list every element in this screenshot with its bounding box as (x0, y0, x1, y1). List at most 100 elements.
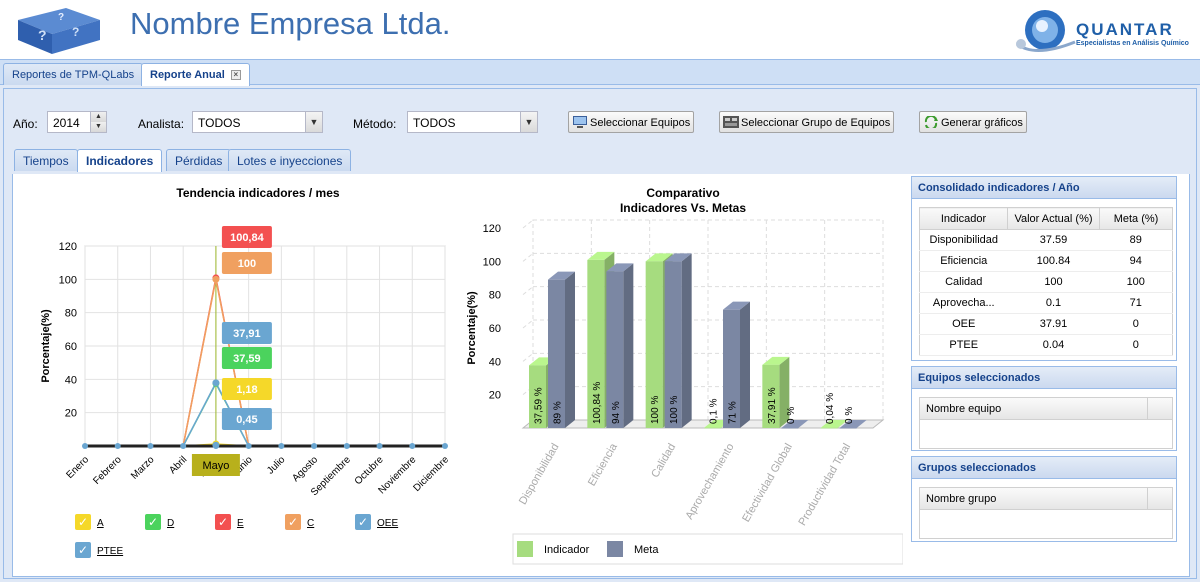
y-tick-label: 80 (65, 308, 77, 320)
table-cell: OEE (919, 313, 1008, 335)
tab-lotes[interactable]: Lotes e inyecciones (228, 149, 352, 171)
groups-panel: Grupos seleccionados Nombre grupo (911, 456, 1177, 542)
data-label: 0,45 (236, 414, 257, 426)
tab-reporte-anual[interactable]: Reporte Anual × (141, 63, 250, 86)
legend-label-d[interactable]: D (167, 518, 174, 529)
x-tick-label: Aprovechamiento (683, 442, 736, 522)
y-tick-label: 100 (59, 274, 77, 286)
analyst-select[interactable]: TODOS ▼ (192, 111, 323, 133)
column-header-group[interactable]: Nombre grupo (920, 488, 1172, 510)
bar-side (740, 301, 750, 428)
x-tick-label: Febrero (91, 454, 124, 487)
company-name: Nombre Empresa Ltda. (130, 6, 451, 41)
tab-reportes-tpm[interactable]: Reportes de TPM-QLabs (3, 63, 144, 85)
table-row[interactable]: Aprovecha... 0.1 71 (919, 292, 1173, 314)
bar-data-label: 0 % (844, 407, 855, 424)
table-cell: 89 (1099, 229, 1173, 251)
method-value: TODOS (413, 116, 456, 130)
y-tick-label: 20 (489, 390, 501, 402)
line-chart-title: Tendencia indicadores / mes (176, 186, 340, 200)
grid-line (522, 219, 534, 229)
tab-label: Lotes e inyecciones (237, 154, 343, 168)
table-cell: Disponibilidad (919, 229, 1008, 251)
grid-line (522, 252, 534, 262)
monitor-icon (573, 116, 587, 128)
column-header-indicator[interactable]: Indicador (919, 207, 1008, 230)
bar-data-label: 0,1 % (709, 398, 720, 424)
data-point (212, 379, 220, 387)
table-row[interactable]: PTEE 0.04 0 (919, 334, 1173, 356)
data-label: 1,18 (236, 384, 257, 396)
grid-line (522, 352, 534, 362)
table-cell: PTEE (919, 334, 1008, 356)
table-row[interactable]: Disponibilidad 37.59 89 (919, 229, 1173, 251)
legend-checkbox-a[interactable]: ✓ (75, 514, 91, 530)
data-point (376, 443, 383, 449)
consolidated-panel: Consolidado indicadores / Año Indicador … (911, 176, 1177, 361)
data-point (245, 443, 252, 449)
table-row[interactable]: Calidad 100 100 (919, 271, 1173, 293)
data-label: 100 (238, 258, 256, 270)
legend-checkbox-oee[interactable]: ✓ (355, 514, 371, 530)
bar (781, 428, 799, 429)
x-tick-label: Marzo (129, 454, 157, 482)
legend-label-oee[interactable]: OEE (377, 518, 398, 529)
company-logo: ? ? ? (18, 8, 100, 54)
svg-text:?: ? (72, 25, 79, 39)
brand-name: QUANTAR (1076, 20, 1174, 39)
y-tick-label: 60 (489, 323, 501, 335)
bar (820, 427, 838, 429)
method-label: Método: (353, 117, 397, 131)
bar-data-label: 100,84 % (592, 382, 603, 424)
legend-label-ptee[interactable]: PTEE (97, 546, 123, 557)
legend-label-e[interactable]: E (237, 518, 244, 529)
select-equipment-button[interactable]: Seleccionar Equipos (568, 111, 695, 133)
table-cell: 0.1 (1007, 292, 1100, 314)
legend-label-a[interactable]: A (97, 518, 104, 529)
y-axis-label: Porcentaje(%) (466, 291, 478, 365)
select-group-button[interactable]: Seleccionar Grupo de Equipos (719, 111, 895, 133)
legend-checkbox-c[interactable]: ✓ (285, 514, 301, 530)
chevron-down-icon[interactable]: ▼ (520, 112, 537, 132)
analyst-label: Analista: (138, 117, 185, 131)
spin-down-icon[interactable]: ▼ (90, 122, 106, 132)
tab-label: Pérdidas (175, 154, 223, 168)
data-point (180, 443, 187, 449)
column-header-current[interactable]: Valor Actual (%) (1007, 207, 1100, 230)
legend-swatch (517, 541, 533, 557)
tab-indicadores[interactable]: Indicadores (77, 149, 163, 172)
table-cell: Calidad (919, 271, 1008, 293)
column-label: Nombre grupo (926, 493, 997, 505)
table-row[interactable]: Eficiencia 100.84 94 (919, 250, 1173, 272)
close-icon[interactable]: × (230, 70, 241, 80)
data-point (212, 275, 220, 283)
tab-perdidas[interactable]: Pérdidas (166, 149, 232, 171)
legend-label: Indicador (544, 544, 590, 556)
legend-label-c[interactable]: C (307, 518, 314, 529)
svg-text:?: ? (38, 27, 47, 43)
data-label: 37,59 (233, 353, 261, 365)
tab-tiempos[interactable]: Tiempos (14, 149, 78, 171)
year-stepper[interactable]: 2014 ▲ ▼ (47, 111, 107, 133)
table-cell: 100 (1099, 271, 1173, 293)
y-tick-label: 120 (59, 241, 77, 253)
data-point (311, 443, 318, 449)
table-row[interactable]: OEE 37.91 0 (919, 313, 1173, 335)
data-point (343, 443, 350, 449)
app-header: ? ? ? Nombre Empresa Ltda. QUANTAR Espec… (0, 0, 1200, 60)
table-cell: 100 (1007, 271, 1100, 293)
bar-data-label: 94 % (611, 401, 622, 424)
data-label: 37,91 (233, 328, 261, 340)
generate-charts-button[interactable]: Generar gráficos (919, 111, 1027, 133)
method-select[interactable]: TODOS ▼ (407, 111, 538, 133)
highlight-tooltip-label: Mayo (202, 460, 229, 472)
table-cell: 0 (1099, 313, 1173, 335)
bar (704, 427, 721, 429)
chevron-down-icon[interactable]: ▼ (305, 112, 322, 132)
column-header-equipment[interactable]: Nombre equipo (920, 398, 1172, 420)
legend-checkbox-e[interactable]: ✓ (215, 514, 231, 530)
legend-checkbox-d[interactable]: ✓ (145, 514, 161, 530)
legend-checkbox-ptee[interactable]: ✓ (75, 542, 91, 558)
column-header-goal[interactable]: Meta (%) (1099, 207, 1173, 230)
spin-up-icon[interactable]: ▲ (90, 112, 106, 122)
